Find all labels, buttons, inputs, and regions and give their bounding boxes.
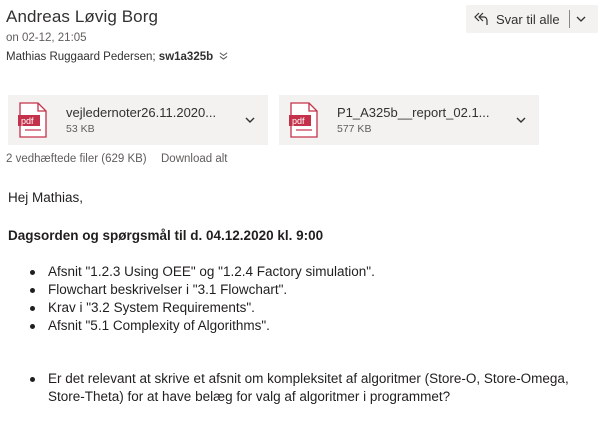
attachment-size: 577 KB	[337, 123, 372, 135]
list-item: Krav i "3.2 System Requirements".	[26, 299, 598, 317]
greeting: Hej Mathias,	[8, 190, 84, 205]
divider	[568, 10, 570, 28]
svg-text:pdf: pdf	[21, 116, 34, 126]
attachment-size: 53 KB	[66, 123, 95, 135]
sent-date: on 02-12, 21:05	[6, 32, 87, 44]
recipients[interactable]: Mathias Ruggaard Pedersen; sw1a325b	[6, 51, 228, 63]
chevron-down-icon[interactable]	[515, 114, 527, 126]
reply-all-button[interactable]: Svar til alle	[466, 5, 598, 33]
pdf-icon: pdf	[18, 102, 47, 138]
attachment-card-2[interactable]: pdf P1_A325b__report_02.1... 577 KB	[279, 95, 539, 145]
recipient-group: sw1a325b	[158, 51, 214, 63]
list-item: Afsnit "5.1 Complexity of Algorithms".	[26, 317, 598, 335]
attachment-card-1[interactable]: pdf vejledernoter26.11.2020... 53 KB	[8, 95, 268, 145]
list-item: Afsnit "1.2.3 Using OEE" og "1.2.4 Facto…	[26, 263, 598, 281]
sender-name: Andreas Løvig Borg	[6, 7, 159, 26]
list-item: Er det relevant at skrive et afsnit om k…	[26, 370, 598, 406]
attachment-summary: 2 vedhæftede filer (629 KB)	[6, 153, 147, 165]
svg-text:pdf: pdf	[292, 116, 305, 126]
question-list: Er det relevant at skrive et afsnit om k…	[26, 370, 598, 406]
recipient-name: Mathias Ruggaard Pedersen;	[6, 51, 156, 63]
expand-recipients-icon[interactable]	[219, 51, 228, 63]
reply-all-label: Svar til alle	[496, 11, 560, 27]
message-body: Hej Mathias, Dagsorden og spørgsmål til …	[8, 189, 598, 406]
download-all-link[interactable]: Download alt	[161, 153, 227, 165]
attachment-name: P1_A325b__report_02.1...	[337, 105, 490, 120]
reply-all-icon	[474, 12, 488, 25]
chevron-down-icon[interactable]	[575, 13, 587, 25]
pdf-icon: pdf	[289, 102, 318, 138]
attachment-name: vejledernoter26.11.2020...	[66, 105, 217, 120]
agenda-list: Afsnit "1.2.3 Using OEE" og "1.2.4 Facto…	[26, 263, 598, 335]
agenda-title: Dagsorden og spørgsmål til d. 04.12.2020…	[8, 228, 324, 243]
list-item: Flowchart beskrivelser i "3.1 Flowchart"…	[26, 281, 598, 299]
chevron-down-icon[interactable]	[244, 114, 256, 126]
